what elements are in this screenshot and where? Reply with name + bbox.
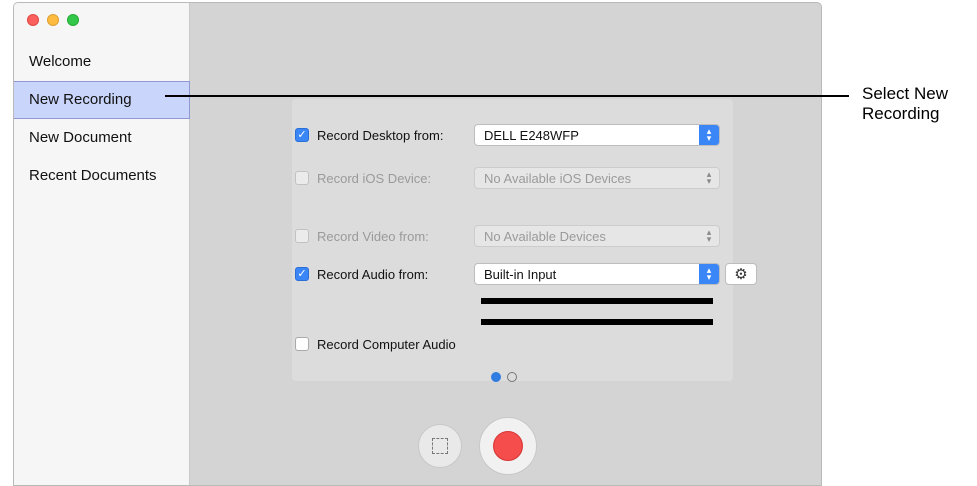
select-area-button[interactable] [418, 424, 462, 468]
gear-icon: ⚙ [734, 266, 748, 283]
zoom-window-button[interactable] [67, 14, 79, 26]
audio-level-meter-right [481, 319, 713, 325]
audio-settings-button[interactable]: ⚙ [725, 263, 757, 285]
video-source-value: No Available Devices [484, 228, 606, 244]
stepper-arrows-icon: ▴ ▾ [699, 264, 719, 284]
sidebar-item-recent-documents[interactable]: Recent Documents [14, 157, 190, 195]
window-controls [27, 14, 79, 26]
record-video-checkbox[interactable] [295, 229, 309, 243]
desktop-source-select[interactable]: DELL E248WFP ▴ ▾ [474, 124, 720, 146]
callout-line-2: Recording [862, 104, 940, 123]
audio-source-select[interactable]: Built-in Input ▴ ▾ [474, 263, 720, 285]
minimize-window-button[interactable] [47, 14, 59, 26]
ios-device-select[interactable]: No Available iOS Devices ▴ ▾ [474, 167, 720, 189]
sidebar-item-new-recording[interactable]: New Recording [14, 81, 190, 119]
record-audio-label: Record Audio from: [317, 266, 429, 282]
sidebar-item-welcome[interactable]: Welcome [14, 43, 190, 81]
record-desktop-checkbox[interactable]: ✓ [295, 128, 309, 142]
record-ios-checkbox[interactable] [295, 171, 309, 185]
desktop-source-value: DELL E248WFP [484, 127, 579, 143]
stepper-arrows-icon: ▴ ▾ [699, 125, 719, 145]
callout-line-1: Select New [862, 84, 948, 103]
page-indicator [491, 372, 517, 382]
callout-leader-line [165, 95, 849, 97]
record-ios-label: Record iOS Device: [317, 170, 432, 186]
close-window-button[interactable] [27, 14, 39, 26]
ios-device-value: No Available iOS Devices [484, 170, 632, 186]
page-dot-2[interactable] [507, 372, 517, 382]
record-computer-audio-label: Record Computer Audio [317, 336, 456, 352]
page-dot-1[interactable] [491, 372, 501, 382]
record-desktop-row: ✓ Record Desktop from: [295, 124, 443, 146]
record-desktop-label: Record Desktop from: [317, 127, 444, 143]
audio-source-value: Built-in Input [484, 266, 557, 282]
record-icon [493, 431, 523, 461]
record-audio-checkbox[interactable]: ✓ [295, 267, 309, 281]
record-computer-audio-checkbox[interactable] [295, 337, 309, 351]
sidebar-item-new-document[interactable]: New Document [14, 119, 190, 157]
stepper-arrows-icon: ▴ ▾ [706, 168, 712, 186]
callout-annotation: Select New Recording [862, 84, 948, 124]
record-video-label: Record Video from: [317, 228, 429, 244]
record-ios-row: Record iOS Device: [295, 167, 431, 189]
selection-rectangle-icon [432, 438, 448, 454]
app-window: Welcome New Recording New Document Recen… [13, 2, 822, 486]
sidebar-nav: Welcome New Recording New Document Recen… [14, 43, 190, 195]
video-source-select[interactable]: No Available Devices ▴ ▾ [474, 225, 720, 247]
checkmark-icon: ✓ [297, 267, 307, 280]
record-computer-audio-row: Record Computer Audio [295, 333, 456, 355]
sidebar: Welcome New Recording New Document Recen… [14, 3, 190, 485]
checkmark-icon: ✓ [297, 128, 307, 141]
record-audio-row: ✓ Record Audio from: [295, 263, 428, 285]
recording-pane: ✓ Record Desktop from: DELL E248WFP ▴ ▾ R… [191, 3, 821, 485]
record-video-row: Record Video from: [295, 225, 429, 247]
record-button[interactable] [479, 417, 537, 475]
audio-level-meter-left [481, 298, 713, 304]
stepper-arrows-icon: ▴ ▾ [706, 226, 712, 244]
